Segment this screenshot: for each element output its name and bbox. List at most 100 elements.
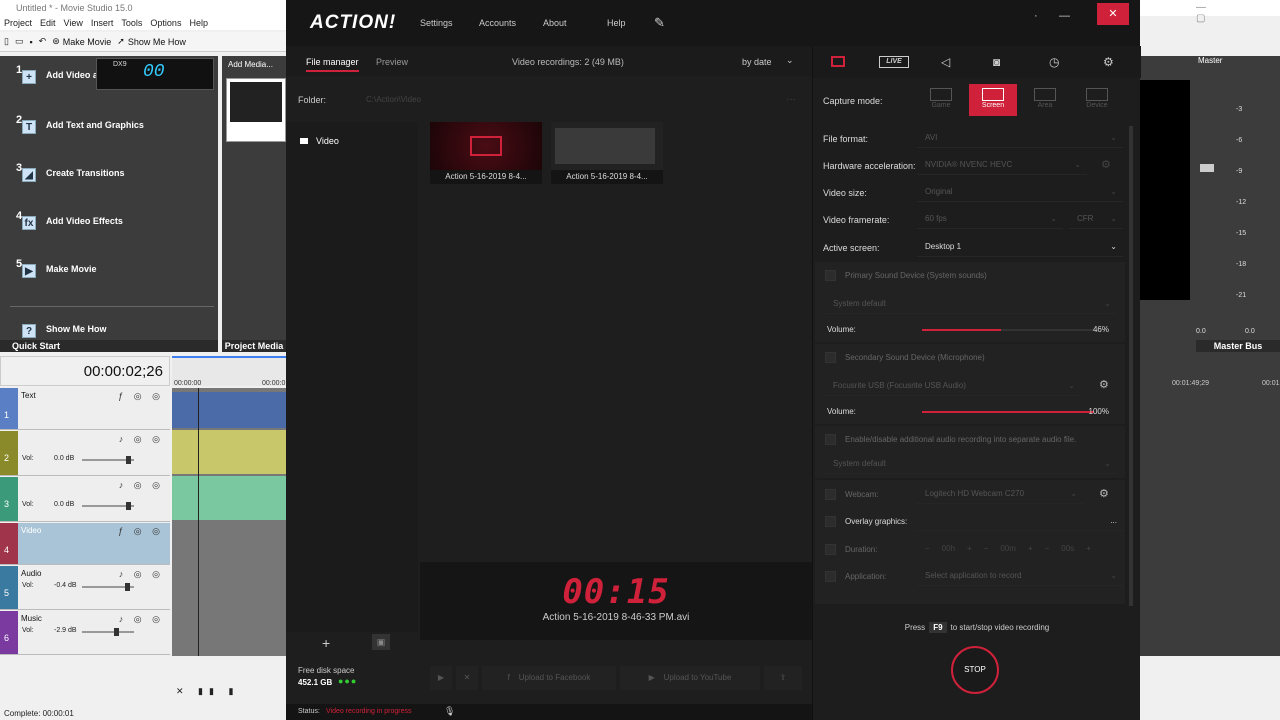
gear-icon[interactable]: ⚙ — [1101, 158, 1111, 171]
duration-seconds[interactable]: 00s — [1061, 544, 1074, 553]
gear-icon[interactable]: ⚙ — [1099, 378, 1109, 391]
quick-start-tab[interactable]: Quick Start — [0, 340, 218, 352]
track-header[interactable]: 1 Text ƒ ◎ ◎ — [0, 388, 170, 430]
track-controls-icon[interactable]: ƒ ◎ ◎ — [118, 526, 164, 537]
minus-icon[interactable]: − — [925, 544, 930, 553]
separate-audio-checkbox[interactable] — [825, 434, 836, 445]
tab-file-manager[interactable]: File manager — [306, 57, 359, 72]
timeline-ruler[interactable]: 00:00:00 00:00:0 — [172, 356, 286, 387]
duration-hours[interactable]: 00h — [942, 544, 955, 553]
tab-preview[interactable]: Preview — [376, 57, 408, 67]
track-controls-icon[interactable]: ♪ ◎ ◎ — [119, 480, 164, 491]
close-button[interactable]: ✕ — [1097, 3, 1129, 25]
volume-slider[interactable] — [922, 411, 1094, 413]
qs-show-me-how[interactable]: ? Show Me How — [16, 318, 107, 340]
undo-icon[interactable]: ↶ — [39, 36, 47, 47]
framerate-mode-select[interactable]: CFR ⌄ — [1069, 209, 1123, 229]
qs-add-text[interactable]: 2 T Add Text and Graphics — [16, 114, 144, 136]
track-header[interactable]: 2 Vol: 0.0 dB ♪ ◎ ◎ — [0, 431, 170, 476]
gear-icon[interactable]: ⚙ — [1099, 487, 1109, 500]
media-thumbnail[interactable] — [226, 78, 286, 142]
sort-select[interactable]: by date — [742, 57, 772, 67]
volume-slider[interactable] — [82, 502, 134, 510]
secondary-sound-checkbox[interactable] — [825, 352, 836, 363]
make-movie-button[interactable]: ⊛ Make Movie — [52, 36, 111, 47]
upload-facebook-button[interactable]: f Upload to Facebook — [482, 666, 616, 690]
browse-icon[interactable]: … — [786, 92, 796, 103]
primary-sound-checkbox[interactable] — [825, 270, 836, 281]
recording-thumbnail[interactable]: Action 5-16-2019 8-4... — [430, 122, 542, 184]
menu-view[interactable]: View — [64, 18, 83, 28]
brush-icon[interactable]: ✎ — [654, 15, 665, 31]
track-controls-icon[interactable]: ƒ ◎ ◎ — [118, 391, 164, 402]
transport-controls-icon[interactable]: ✕ ▮▮ ▮ — [176, 686, 239, 697]
overlay-path-field[interactable]: ... — [917, 511, 1123, 531]
volume-slider[interactable] — [82, 628, 134, 636]
volume-slider[interactable] — [82, 456, 134, 464]
import-icon[interactable]: ▣ — [372, 634, 390, 650]
webcam-select[interactable]: Logitech HD Webcam C270 ⌄ — [917, 484, 1083, 504]
menu-help[interactable]: Help — [189, 18, 208, 28]
minus-icon[interactable]: − — [1045, 544, 1050, 553]
menu-insert[interactable]: Insert — [91, 18, 114, 28]
minimize-icon[interactable]: · — — [1034, 10, 1070, 22]
save-icon[interactable]: ▪ — [29, 37, 32, 47]
qs-make-movie[interactable]: 5 ▶ Make Movie — [16, 258, 97, 280]
track-controls-icon[interactable]: ♪ ◎ ◎ — [119, 434, 164, 445]
track-controls-icon[interactable]: ♪ ◎ ◎ — [119, 614, 164, 625]
qs-create-transitions[interactable]: 3 ◢ Create Transitions — [16, 162, 125, 184]
framerate-select[interactable]: 60 fps ⌄ — [917, 209, 1063, 229]
folder-path[interactable]: C:\Action\Video — [366, 95, 421, 104]
delete-icon[interactable]: ✕ — [456, 666, 478, 690]
recording-thumbnail[interactable]: Action 5-16-2019 8-4... — [551, 122, 663, 184]
menu-edit[interactable]: Edit — [40, 18, 56, 28]
minus-icon[interactable]: − — [984, 544, 989, 553]
sidebar-item-video[interactable]: Video — [300, 136, 339, 146]
active-screen-select[interactable]: Desktop 1 ⌄ — [917, 237, 1123, 257]
audio-clip[interactable] — [172, 430, 286, 474]
nav-settings[interactable]: Settings — [420, 18, 453, 28]
audio-icon[interactable]: ◁ — [941, 55, 950, 69]
stop-button[interactable]: STOP — [951, 646, 999, 694]
track-controls-icon[interactable]: ♪ ◎ ◎ — [119, 569, 164, 580]
webcam-checkbox[interactable] — [825, 489, 836, 500]
mode-area[interactable]: Area — [1021, 84, 1069, 116]
new-icon[interactable]: ▯ — [4, 36, 9, 47]
nav-accounts[interactable]: Accounts — [479, 18, 516, 28]
plus-icon[interactable]: + — [967, 544, 972, 553]
scrollbar[interactable] — [1129, 126, 1133, 606]
upload-youtube-button[interactable]: ▶ Upload to YouTube — [620, 666, 760, 690]
timeline-clips[interactable] — [172, 388, 286, 656]
browse-button[interactable]: ... — [1110, 511, 1117, 531]
add-media-button[interactable]: Add Media... — [228, 60, 273, 69]
overlay-checkbox[interactable] — [825, 516, 836, 527]
menu-options[interactable]: Options — [150, 18, 181, 28]
duration-steppers[interactable]: − 00h + − 00m + − 00s + — [925, 544, 1091, 553]
gear-icon[interactable]: ⚙ — [1103, 55, 1114, 69]
master-bus-tab[interactable]: Master Bus — [1196, 340, 1280, 352]
duration-minutes[interactable]: 00m — [1000, 544, 1016, 553]
project-media-tab[interactable]: Project Media — [222, 340, 286, 352]
upload-icon[interactable]: ⇪ — [764, 666, 802, 690]
video-clip[interactable] — [172, 392, 286, 428]
application-checkbox[interactable] — [825, 571, 836, 582]
mode-game[interactable]: Game — [917, 84, 965, 116]
nav-about[interactable]: About — [543, 18, 567, 28]
track-header[interactable]: 3 Vol: 0.0 dB ♪ ◎ ◎ — [0, 477, 170, 522]
timer-icon[interactable]: ◷ — [1049, 55, 1059, 69]
application-select[interactable]: Select application to record ⌄ — [917, 566, 1123, 586]
menu-tools[interactable]: Tools — [121, 18, 142, 28]
screen-record-icon[interactable] — [831, 56, 845, 67]
chevron-down-icon[interactable]: ⌄ — [786, 55, 794, 66]
volume-slider[interactable] — [922, 329, 1094, 331]
master-fader[interactable] — [1200, 164, 1214, 172]
secondary-device-select[interactable]: Focusrite USB (Focusrite USB Audio) ⌄ — [825, 376, 1081, 396]
video-size-select[interactable]: Original ⌄ — [917, 182, 1123, 202]
ms-window-controls[interactable]: — ▢ — [1196, 2, 1280, 24]
play-icon[interactable]: ▶ — [430, 666, 452, 690]
primary-device-select[interactable]: System default ⌄ — [825, 294, 1117, 314]
audio-clip[interactable] — [172, 476, 286, 520]
live-stream-icon[interactable]: LIVE — [879, 56, 909, 68]
plus-icon[interactable]: + — [1086, 544, 1091, 553]
add-folder-icon[interactable]: + — [322, 635, 330, 651]
